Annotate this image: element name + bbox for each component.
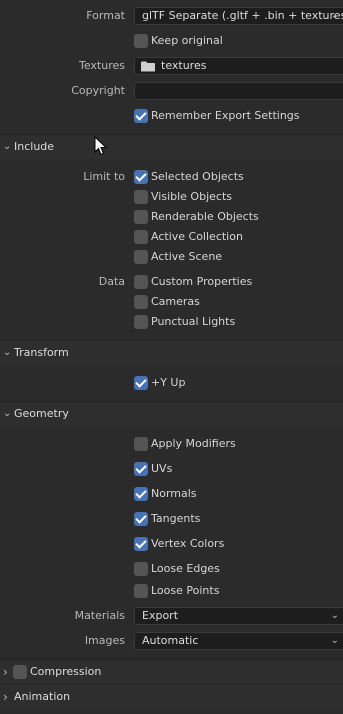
compression-panel-header[interactable]: › Compression	[0, 659, 343, 684]
copyright-label: Copyright	[71, 84, 125, 97]
limit-to-row[interactable]: Limit to Selected Objects	[0, 166, 343, 188]
vertex-colors-checkbox[interactable]	[134, 537, 148, 551]
include-panel-header[interactable]: ⌄ Include	[0, 134, 343, 159]
loose-edges-checkbox[interactable]	[134, 562, 148, 576]
format-row: Format glTF Separate (.gltf + .bin + tex…	[0, 5, 343, 27]
mouse-cursor-icon	[94, 136, 108, 156]
images-dropdown[interactable]: Automatic ⌄	[134, 632, 343, 650]
animation-title: Animation	[14, 690, 71, 703]
vertex-colors-row[interactable]: Vertex Colors	[0, 533, 343, 555]
chevron-down-icon: ⌄	[3, 408, 12, 419]
cameras-label: Cameras	[151, 295, 200, 308]
tangents-checkbox[interactable]	[134, 512, 148, 526]
geometry-title: Geometry	[14, 407, 69, 420]
custom-properties-label: Custom Properties	[151, 275, 253, 288]
selected-objects-checkbox[interactable]	[134, 170, 148, 184]
copyright-row: Copyright	[0, 80, 343, 102]
chevron-right-icon: ›	[3, 665, 8, 679]
active-scene-label: Active Scene	[151, 250, 223, 263]
chevron-down-icon: ⌄	[3, 141, 12, 152]
textures-label: Textures	[79, 59, 125, 72]
chevron-down-icon: ⌄	[330, 10, 339, 21]
punctual-lights-checkbox[interactable]	[134, 315, 148, 329]
loose-points-row[interactable]: Loose Points	[0, 580, 343, 602]
y-up-checkbox[interactable]	[134, 376, 148, 390]
active-collection-label: Active Collection	[151, 230, 243, 243]
active-collection-row[interactable]: Active Collection	[0, 226, 343, 248]
textures-row: Textures textures	[0, 55, 343, 77]
apply-modifiers-checkbox[interactable]	[134, 437, 148, 451]
textures-value: textures	[161, 59, 207, 72]
visible-objects-row[interactable]: Visible Objects	[0, 186, 343, 208]
textures-field[interactable]: textures	[134, 57, 343, 75]
normals-checkbox[interactable]	[134, 487, 148, 501]
punctual-lights-row[interactable]: Punctual Lights	[0, 311, 343, 333]
y-up-row[interactable]: +Y Up	[0, 372, 343, 394]
keep-original-row[interactable]: Keep original	[0, 30, 343, 52]
geometry-panel-header[interactable]: ⌄ Geometry	[0, 401, 343, 426]
materials-dropdown[interactable]: Export ⌄	[134, 607, 343, 625]
normals-row[interactable]: Normals	[0, 483, 343, 505]
loose-points-label: Loose Points	[151, 584, 220, 597]
visible-objects-checkbox[interactable]	[134, 190, 148, 204]
keep-original-label: Keep original	[151, 34, 223, 47]
materials-row: Materials Export ⌄	[0, 605, 343, 627]
cameras-checkbox[interactable]	[134, 295, 148, 309]
uvs-checkbox[interactable]	[134, 462, 148, 476]
normals-label: Normals	[151, 487, 197, 500]
data-label: Data	[98, 275, 125, 288]
chevron-down-icon: ⌄	[330, 635, 339, 646]
folder-icon	[141, 61, 155, 72]
format-label: Format	[86, 9, 125, 22]
custom-properties-checkbox[interactable]	[134, 275, 148, 289]
active-scene-row[interactable]: Active Scene	[0, 246, 343, 268]
renderable-objects-row[interactable]: Renderable Objects	[0, 206, 343, 228]
punctual-lights-label: Punctual Lights	[151, 315, 236, 328]
animation-panel-header[interactable]: › Animation	[0, 684, 343, 709]
remember-settings-label: Remember Export Settings	[151, 109, 300, 122]
loose-points-checkbox[interactable]	[134, 584, 148, 598]
tangents-label: Tangents	[151, 512, 201, 525]
loose-edges-row[interactable]: Loose Edges	[0, 558, 343, 580]
uvs-label: UVs	[151, 462, 173, 475]
apply-modifiers-row[interactable]: Apply Modifiers	[0, 433, 343, 455]
cameras-row[interactable]: Cameras	[0, 291, 343, 313]
renderable-objects-checkbox[interactable]	[134, 210, 148, 224]
images-value: Automatic	[142, 634, 199, 647]
keep-original-checkbox[interactable]	[134, 34, 148, 48]
selected-objects-label: Selected Objects	[151, 170, 244, 183]
include-title: Include	[14, 140, 55, 153]
format-value: glTF Separate (.gltf + .bin + textures)	[142, 9, 343, 22]
y-up-label: +Y Up	[151, 376, 186, 389]
images-label: Images	[84, 634, 125, 647]
chevron-right-icon: ›	[3, 690, 8, 704]
active-scene-checkbox[interactable]	[134, 250, 148, 264]
apply-modifiers-label: Apply Modifiers	[151, 437, 236, 450]
limit-to-label: Limit to	[83, 170, 125, 183]
uvs-row[interactable]: UVs	[0, 458, 343, 480]
materials-label: Materials	[74, 609, 125, 622]
chevron-down-icon: ⌄	[3, 347, 12, 358]
chevron-down-icon: ⌄	[330, 610, 339, 621]
transform-panel-header[interactable]: ⌄ Transform	[0, 340, 343, 365]
data-row[interactable]: Data Custom Properties	[0, 271, 343, 293]
transform-title: Transform	[14, 346, 69, 359]
format-dropdown[interactable]: glTF Separate (.gltf + .bin + textures) …	[134, 7, 343, 25]
compression-checkbox[interactable]	[13, 665, 27, 679]
compression-title: Compression	[30, 665, 102, 678]
renderable-objects-label: Renderable Objects	[151, 210, 259, 223]
tangents-row[interactable]: Tangents	[0, 508, 343, 530]
visible-objects-label: Visible Objects	[151, 190, 232, 203]
remember-settings-row[interactable]: Remember Export Settings	[0, 105, 343, 127]
active-collection-checkbox[interactable]	[134, 230, 148, 244]
copyright-field[interactable]	[134, 82, 343, 100]
remember-settings-checkbox[interactable]	[134, 109, 148, 123]
loose-edges-label: Loose Edges	[151, 562, 220, 575]
materials-value: Export	[142, 609, 179, 622]
vertex-colors-label: Vertex Colors	[151, 537, 225, 550]
images-row: Images Automatic ⌄	[0, 630, 343, 652]
